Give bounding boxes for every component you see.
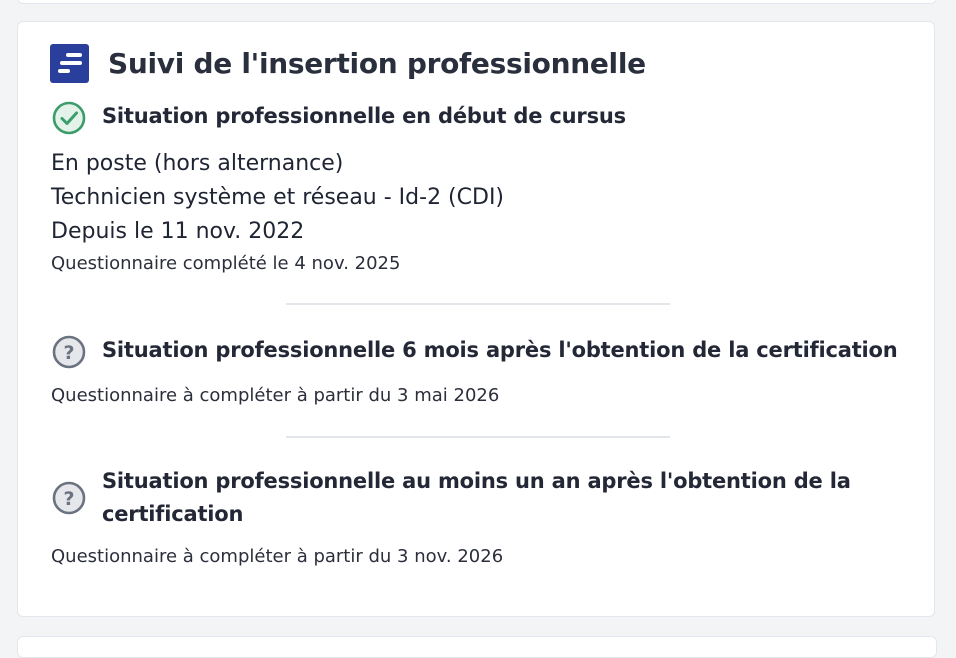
questionnaire-status: Questionnaire à compléter à partir du 3 … (51, 385, 500, 406)
next-card-edge (17, 636, 937, 658)
svg-text:?: ? (63, 342, 74, 364)
list-doc-icon (50, 44, 89, 83)
insertion-tracking-card: Suivi de l'insertion professionnelle Sit… (17, 21, 935, 617)
questionnaire-status: Questionnaire à compléter à partir du 3 … (51, 546, 504, 567)
section-six-months: ? Situation professionnelle 6 mois après… (51, 334, 898, 370)
section-title: Situation professionnelle 6 mois après l… (102, 338, 898, 362)
job-status: En poste (hors alternance) (51, 151, 344, 176)
check-circle-icon (52, 101, 86, 135)
previous-card-edge (17, 0, 937, 4)
section-one-year: ? Situation professionnelle au moins un … (51, 465, 851, 531)
section-title: Situation professionnelle en début de cu… (102, 104, 626, 128)
question-circle-icon: ? (52, 335, 86, 369)
section-start-of-course: Situation professionnelle en début de cu… (51, 100, 626, 136)
questionnaire-status: Questionnaire complété le 4 nov. 2025 (51, 253, 401, 274)
question-circle-icon: ? (52, 481, 86, 515)
section-title-line: Situation professionnelle au moins un an… (102, 469, 851, 493)
job-title: Technicien système et réseau - Id-2 (CDI… (51, 185, 505, 210)
card-header: Suivi de l'insertion professionnelle (50, 44, 646, 83)
section-title-line: certification (102, 502, 244, 526)
job-start-date: Depuis le 11 nov. 2022 (51, 219, 305, 244)
section-divider (286, 303, 670, 305)
page-title: Suivi de l'insertion professionnelle (108, 47, 646, 80)
section-divider (286, 436, 670, 438)
svg-text:?: ? (63, 488, 74, 510)
section-title: Situation professionnelle au moins un an… (102, 465, 851, 531)
